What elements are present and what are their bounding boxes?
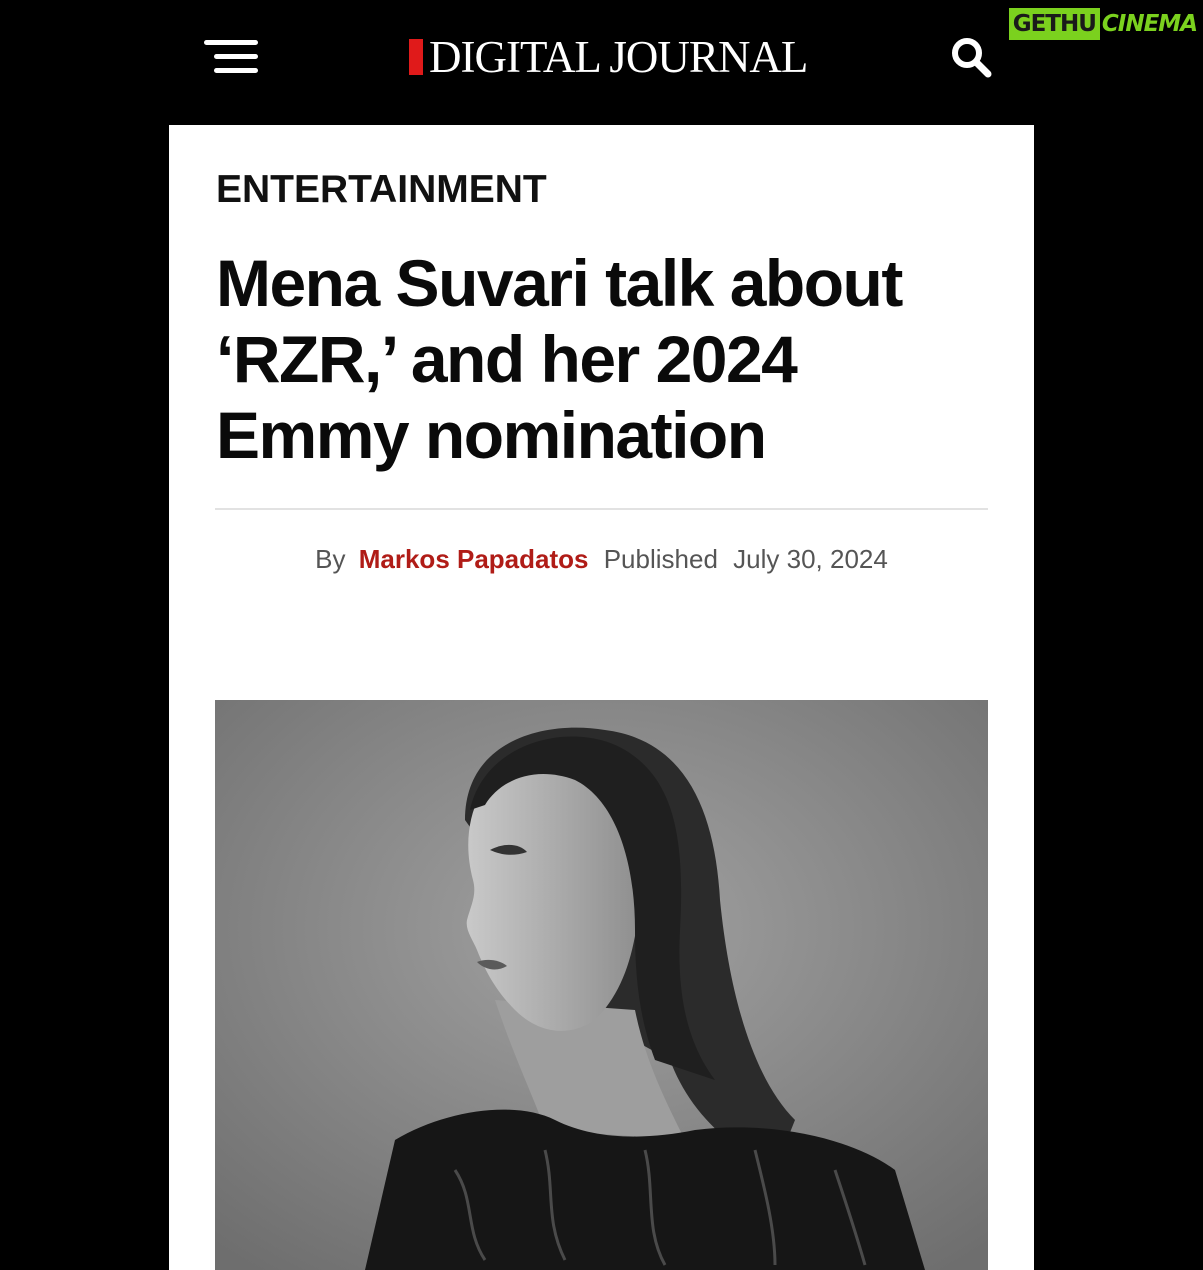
hamburger-menu-icon[interactable]: [200, 36, 262, 76]
article-photo: [215, 700, 988, 1270]
article-card: ENTERTAINMENT Mena Suvari talk about ‘RZ…: [169, 125, 1034, 1270]
search-icon[interactable]: [948, 34, 994, 80]
top-navigation-bar: DIGITAL JOURNAL GETHU CINEMA: [0, 0, 1203, 125]
menu-line: [214, 54, 258, 59]
divider: [215, 508, 988, 510]
channel-watermark: GETHU CINEMA: [1008, 8, 1199, 40]
byline: By Markos Papadatos Published July 30, 2…: [169, 539, 1034, 579]
by-label: By: [315, 544, 346, 574]
article-category[interactable]: ENTERTAINMENT: [216, 167, 547, 213]
publish-date: July 30, 2024: [733, 544, 888, 574]
watermark-part-2: CINEMA: [1101, 11, 1198, 37]
watermark-part-1: GETHU: [1008, 8, 1100, 40]
logo-text: DIGITAL JOURNAL: [429, 32, 808, 82]
author-link[interactable]: Markos Papadatos: [359, 544, 589, 574]
logo-red-mark: [409, 39, 423, 75]
portrait-illustration: [215, 700, 988, 1270]
article-headline: Mena Suvari talk about ‘RZR,’ and her 20…: [216, 246, 903, 472]
site-logo[interactable]: DIGITAL JOURNAL: [409, 32, 808, 82]
menu-line: [214, 68, 258, 73]
menu-line: [204, 40, 258, 45]
published-label: Published: [603, 544, 718, 574]
